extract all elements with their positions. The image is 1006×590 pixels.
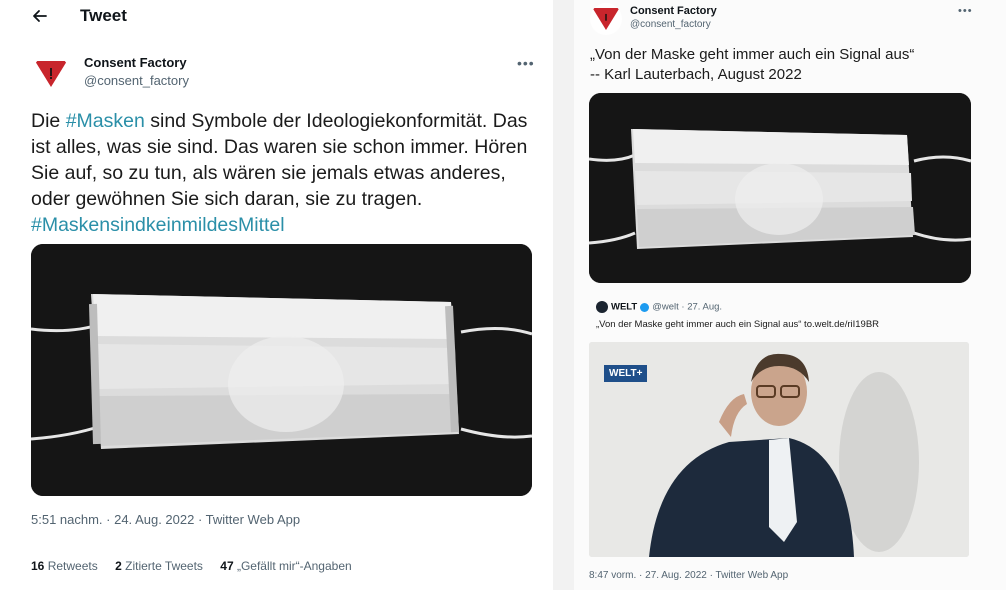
retweets-stat[interactable]: 16 Retweets [31,559,98,573]
mask-photo[interactable] [589,93,971,283]
author-name[interactable]: Consent Factory [630,5,717,17]
author-name[interactable]: Consent Factory [84,55,187,70]
page-title: Tweet [80,6,127,25]
panel-divider [553,0,574,590]
author-handle[interactable]: @consent_factory [630,19,711,30]
more-options-icon[interactable]: ••• [958,5,973,17]
left-tweet-panel: Tweet Consent Factory @consent_factory •… [0,0,553,590]
avatar[interactable] [32,55,70,93]
quote-tweets-stat[interactable]: 2 Zitierte Tweets [115,559,203,573]
verified-badge-icon [640,302,650,312]
tweet-timestamp[interactable]: 5:51 nachm. · 24. Aug. 2022 · Twitter We… [31,512,300,527]
retweets-count: 16 [31,559,45,573]
likes-stat[interactable]: 47 „Gefällt mir“-Angaben [220,559,351,573]
quote-attribution: -- Karl Lauterbach, August 2022 [590,66,802,83]
quotes-count: 2 [115,559,122,573]
avatar[interactable] [590,3,622,35]
tweet-stats: 16 Retweets 2 Zitierte Tweets 47 „Gefäll… [31,559,366,573]
hashtag-link[interactable]: #MaskensindkeinmildesMittel [31,214,285,236]
quotes-label: Zitierte Tweets [125,559,203,573]
back-arrow-icon[interactable] [30,6,50,26]
tweet-text: „Von der Maske geht immer auch ein Signa… [590,45,990,85]
retweets-label: Retweets [47,559,98,573]
mask-photo[interactable] [31,244,532,496]
likes-label: „Gefällt mir“-Angaben [236,559,352,573]
more-options-icon[interactable]: ••• [517,55,535,71]
mask-image [589,93,971,283]
tweet-topbar: Tweet [0,0,553,34]
welt-plus-badge: WELT+ [604,365,648,382]
tweet-text: Die #Masken sind Symbole der Ideologieko… [31,108,541,238]
quoted-tweet-text[interactable]: „Von der Maske geht immer auch ein Signa… [596,319,879,330]
quote-line: „Von der Maske geht immer auch ein Signa… [590,46,915,63]
author-handle[interactable]: @consent_factory [84,73,189,88]
mask-image [31,244,532,496]
tweet-text-start: Die [31,110,66,132]
welt-avatar-icon [596,301,608,313]
likes-count: 47 [220,559,234,573]
quoted-author-name: WELT [611,301,638,313]
quoted-tweet-photo[interactable]: WELT+ [589,342,969,557]
hashtag-link[interactable]: #Masken [66,110,145,132]
tweet-timestamp[interactable]: 8:47 vorm. · 27. Aug. 2022 · Twitter Web… [589,570,788,581]
quoted-handle-date: @welt · 27. Aug. [652,301,723,313]
quoted-tweet-header[interactable]: WELT @welt · 27. Aug. [596,301,722,313]
